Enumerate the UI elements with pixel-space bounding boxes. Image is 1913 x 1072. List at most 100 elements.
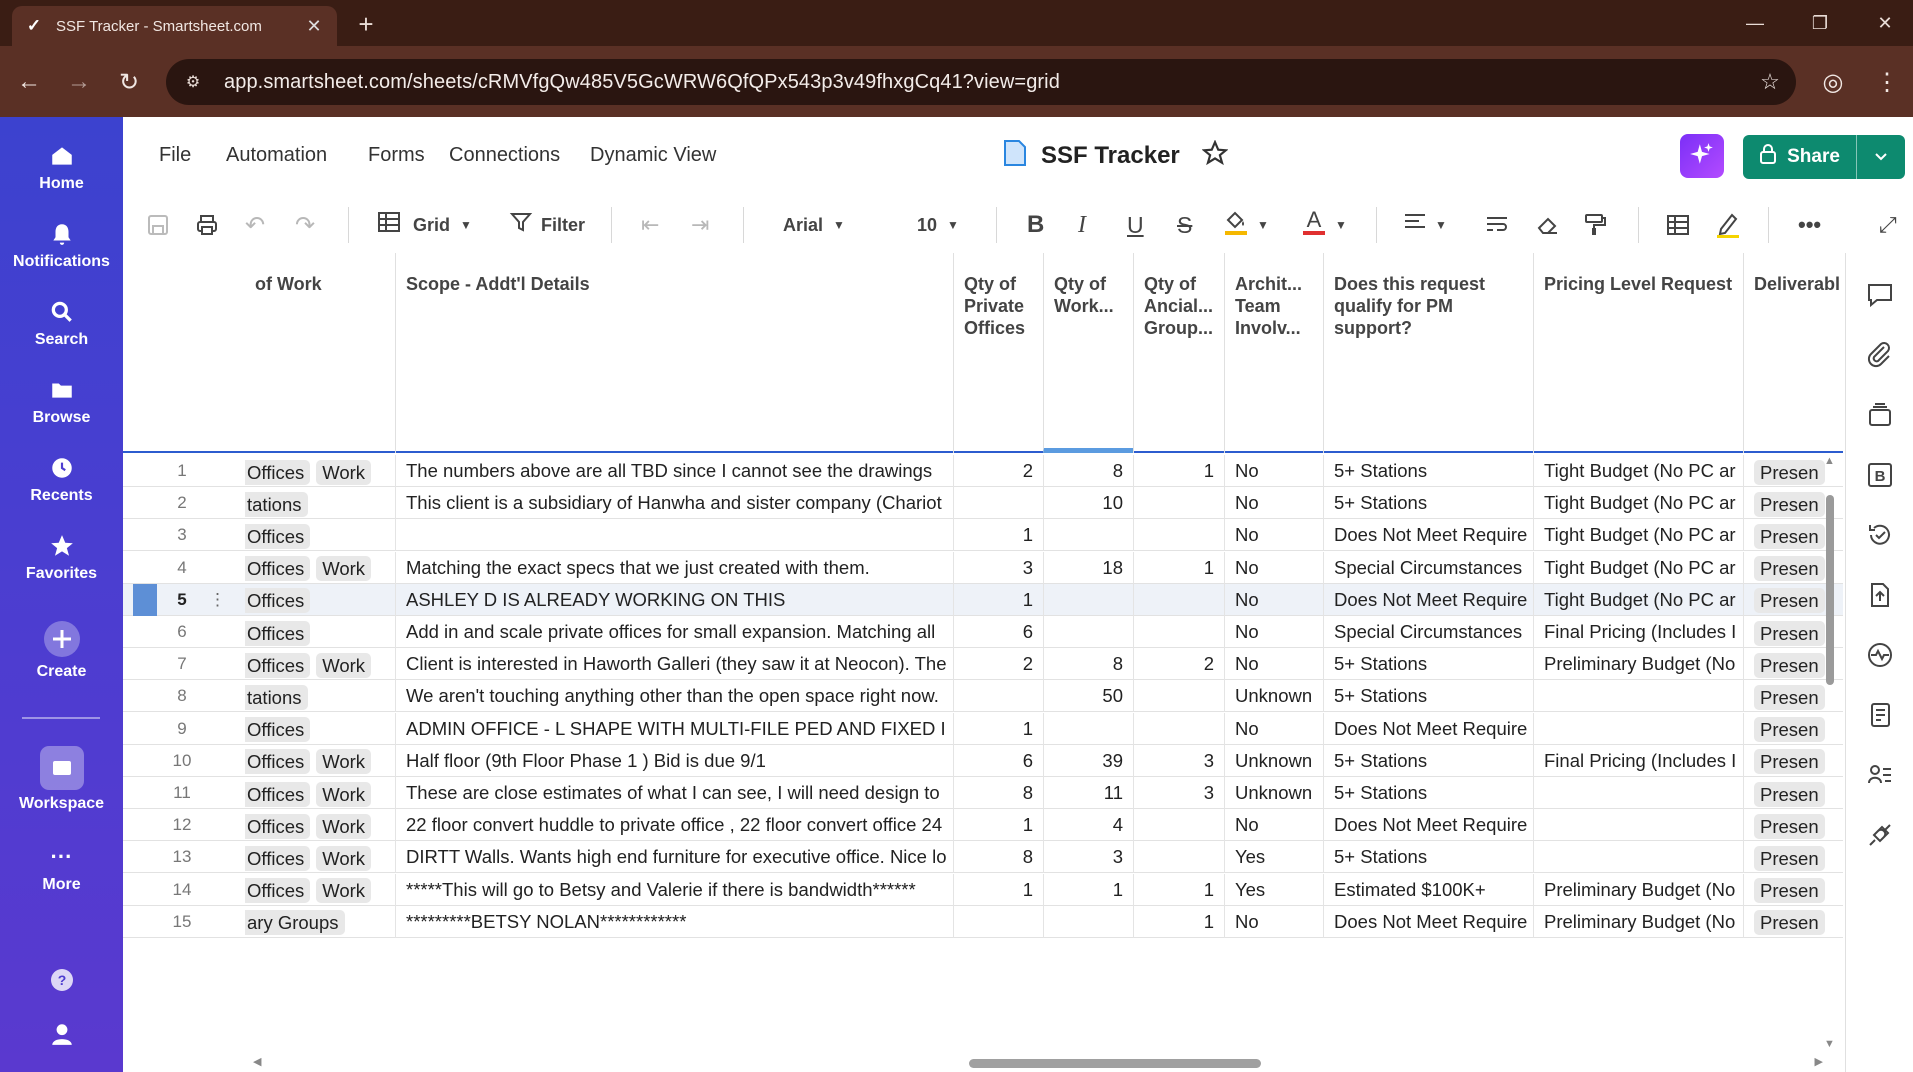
minimize-icon[interactable]: — [1732,6,1778,40]
back-icon[interactable]: ← [10,63,48,101]
cell-pricing-level[interactable]: Preliminary Budget (No [1533,648,1743,681]
row-number[interactable]: 13 [151,841,213,873]
highlight-changes-icon[interactable] [1715,205,1741,245]
cell-qty-private-offices[interactable]: 1 [953,809,1043,842]
cell-scope[interactable]: DIRTT Walls. Wants high end furniture fo… [395,841,953,874]
cell-qty-work[interactable]: 1 [1043,873,1133,906]
table-row[interactable]: 15 ary Groups *********BETSY NOLAN********… [123,905,1843,938]
row-number[interactable]: 14 [151,874,213,906]
table-row[interactable]: 11 Offices Work These are close estimates … [123,777,1843,809]
cell-qty-work[interactable]: 50 [1043,680,1133,713]
column-header-qty-work[interactable]: Qty of Work... [1043,253,1133,453]
cell-qty-private-offices[interactable] [953,680,1043,713]
row-number[interactable]: 9 [151,713,213,745]
cell-qty-private-offices[interactable]: 3 [953,551,1043,584]
cell-pm-support[interactable]: 5+ Stations [1323,487,1533,520]
strikethrough-icon[interactable]: S [1177,205,1192,245]
menu-automation[interactable]: Automation [226,144,327,167]
cell-type-of-work[interactable]: Offices Work [245,874,395,906]
cell-qty-private-offices[interactable]: 2 [953,648,1043,681]
wrap-text-icon[interactable] [1485,205,1509,245]
cell-pricing-level[interactable] [1533,841,1743,874]
cell-qty-ancillary[interactable]: 1 [1133,905,1224,938]
new-tab-icon[interactable]: + [352,9,380,39]
table-row[interactable]: 9 Offices ADMIN OFFICE - L SHAPE WITH MUL… [123,712,1843,745]
row-number[interactable]: 7 [151,648,213,680]
column-header-qty-private-offices[interactable]: Qty of Private Offices [953,253,1043,453]
cell-type-of-work[interactable]: Offices Work [245,841,395,873]
text-color-button[interactable]: A ▼ [1301,205,1347,245]
save-icon[interactable] [147,205,169,245]
font-family-select[interactable]: Arial ▼ [783,205,845,245]
cell-qty-work[interactable]: 4 [1043,809,1133,842]
row-number[interactable]: 6 [151,616,213,648]
ai-assistant-button[interactable] [1680,134,1724,178]
cell-qty-work[interactable] [1043,616,1133,648]
row-number[interactable]: 15 [151,906,213,938]
cell-type-of-work[interactable]: Offices Work [245,552,395,584]
conditional-format-icon[interactable] [1666,205,1690,245]
cell-pricing-level[interactable]: Tight Budget (No PC ar [1533,487,1743,520]
table-row[interactable]: 10 Offices Work Half floor (9th Floor Phas… [123,744,1843,777]
cell-type-of-work[interactable]: tations [245,680,395,712]
cell-pm-support[interactable]: Does Not Meet Require [1323,583,1533,616]
rail-browse[interactable]: Browse [0,375,123,427]
cell-pm-support[interactable]: Does Not Meet Require [1323,905,1533,938]
cell-pm-support[interactable]: 5+ Stations [1323,455,1533,487]
print-icon[interactable] [195,205,219,245]
table-row[interactable]: 4 Offices Work Matching the exact specs th… [123,551,1843,584]
cell-qty-ancillary[interactable]: 3 [1133,744,1224,777]
cell-qty-work[interactable]: 39 [1043,744,1133,777]
cell-qty-private-offices[interactable]: 2 [953,455,1043,487]
cell-type-of-work[interactable]: Offices [245,713,395,745]
menu-file[interactable]: File [159,144,191,167]
table-row[interactable]: 5 ⋮ Offices ASHLEY D IS ALREADY WORKING ON… [123,583,1843,616]
cell-pm-support[interactable]: 5+ Stations [1323,841,1533,874]
summary-pulse-icon[interactable] [1846,635,1913,675]
activity-log-icon[interactable] [1846,515,1913,555]
cell-pricing-level[interactable]: Tight Budget (No PC ar [1533,519,1743,552]
sheet-title[interactable]: SSF Tracker [1041,142,1180,170]
cell-arch-team[interactable]: No [1224,455,1323,487]
cell-qty-private-offices[interactable]: 1 [953,583,1043,616]
indent-icon[interactable]: ⇥ [691,205,709,245]
cell-arch-team[interactable]: No [1224,583,1323,616]
vertical-scrollbar[interactable]: ▲ ▼ [1822,455,1838,1050]
cell-scope[interactable]: This client is a subsidiary of Hanwha an… [395,487,953,520]
cell-pm-support[interactable]: Does Not Meet Require [1323,519,1533,552]
cell-pricing-level[interactable]: Tight Budget (No PC ar [1533,551,1743,584]
cell-pricing-level[interactable]: Preliminary Budget (No [1533,873,1743,906]
column-header-type-of-work[interactable]: of Work [245,253,395,453]
cell-qty-ancillary[interactable]: 3 [1133,777,1224,809]
cell-type-of-work[interactable]: Offices [245,584,395,616]
cell-qty-private-offices[interactable]: 8 [953,841,1043,874]
cell-qty-work[interactable]: 8 [1043,648,1133,681]
row-number[interactable]: 3 [151,519,213,551]
cell-scope[interactable]: ASHLEY D IS ALREADY WORKING ON THIS [395,583,953,616]
filter-button[interactable]: Filter [509,205,585,245]
font-size-select[interactable]: 10 ▼ [917,205,959,245]
align-button[interactable]: ▼ [1403,205,1447,245]
cell-qty-work[interactable] [1043,712,1133,745]
cell-qty-private-offices[interactable]: 1 [953,712,1043,745]
cell-scope[interactable]: We aren't touching anything other than t… [395,680,953,713]
profile-icon[interactable]: ◎ [1814,63,1852,101]
publish-icon[interactable] [1846,575,1913,615]
cell-arch-team[interactable]: Yes [1224,841,1323,874]
cell-qty-ancillary[interactable] [1133,712,1224,745]
row-number[interactable]: 1 [151,455,213,487]
table-row[interactable]: 6 Offices Add in and scale private office… [123,616,1843,648]
cell-qty-ancillary[interactable] [1133,616,1224,648]
table-row[interactable]: 2 tations This client is a subsidiary of H… [123,487,1843,520]
proofing-icon[interactable] [1846,395,1913,435]
cell-qty-ancillary[interactable] [1133,680,1224,713]
browser-tab[interactable]: ✓ SSF Tracker - Smartsheet.com ✕ [12,6,337,46]
more-options-icon[interactable]: ••• [1798,205,1821,245]
cell-arch-team[interactable]: No [1224,648,1323,681]
cell-scope[interactable]: Add in and scale private offices for sma… [395,616,953,648]
row-number[interactable]: 2 [151,487,213,519]
rail-search[interactable]: Search [0,297,123,349]
table-row[interactable]: 1 Offices Work The numbers above are all T… [123,455,1843,487]
cell-qty-work[interactable] [1043,905,1133,938]
horizontal-scroll-thumb[interactable] [969,1059,1261,1068]
